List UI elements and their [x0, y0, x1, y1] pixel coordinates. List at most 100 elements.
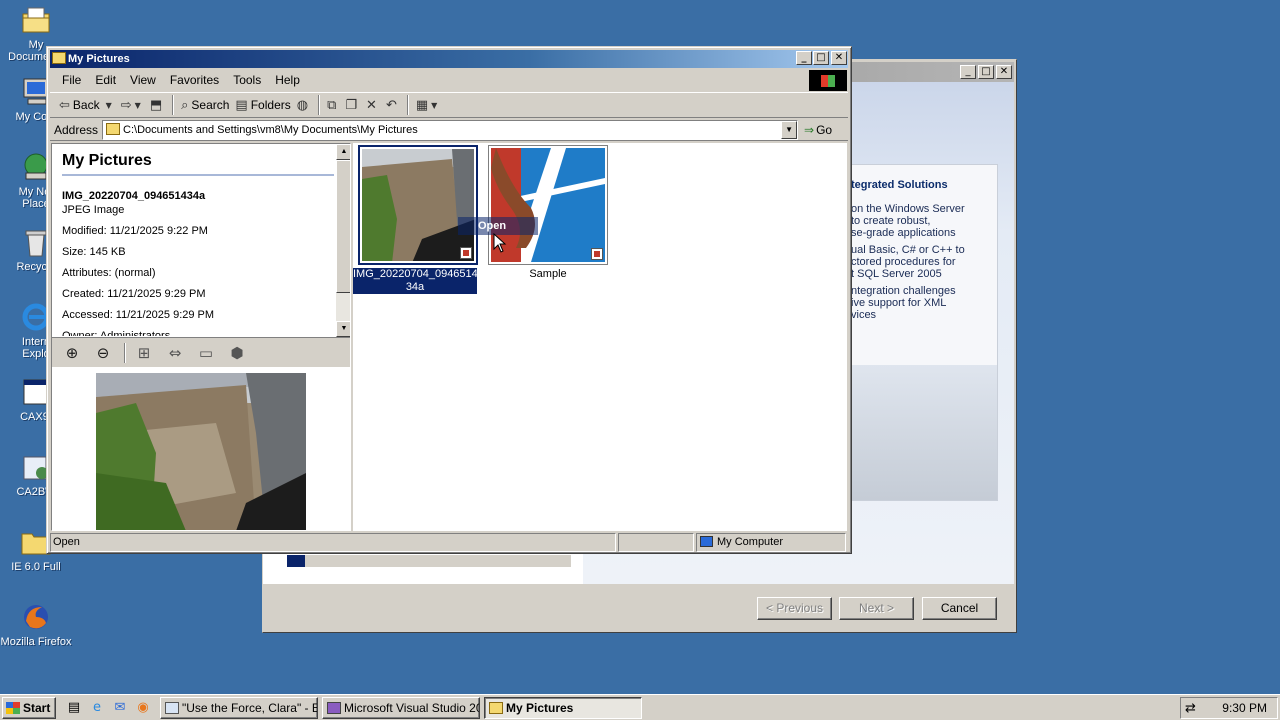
- previous-button[interactable]: < Previous: [757, 597, 832, 620]
- wizard-doc-line: to create robust,: [851, 215, 931, 227]
- address-field[interactable]: C:\Documents and Settings\vm8\My Documen…: [102, 119, 799, 140]
- wizard-doc-line: ctored procedures for: [851, 256, 956, 268]
- views-icon: ▦: [415, 97, 429, 113]
- scroll-down-button[interactable]: ▼: [336, 321, 350, 337]
- best-fit-icon[interactable]: ⊞: [130, 341, 158, 365]
- search-button[interactable]: ⌕ Search: [178, 94, 232, 116]
- outlook-express-icon[interactable]: ✉: [110, 699, 130, 717]
- chevron-down-icon[interactable]: ▼: [135, 101, 141, 110]
- taskbar-item[interactable]: "Use the Force, Clara" - E...: [160, 696, 318, 719]
- menu-help[interactable]: Help: [268, 73, 307, 87]
- menu-edit[interactable]: Edit: [88, 73, 123, 87]
- folder-icon: [52, 52, 66, 64]
- maximize-button[interactable]: □: [978, 65, 994, 79]
- address-dropdown-button[interactable]: ▼: [781, 120, 798, 139]
- close-button[interactable]: ✕: [831, 51, 847, 65]
- scroll-up-button[interactable]: ▲: [336, 144, 350, 160]
- back-label: Back: [72, 98, 100, 112]
- history-button[interactable]: ◍: [294, 94, 314, 116]
- windows-flag-icon: [6, 701, 20, 714]
- firefox-icon[interactable]: ◉: [133, 699, 153, 717]
- copy-to-button[interactable]: ❐: [342, 94, 363, 116]
- network-icon[interactable]: ⇄: [1185, 701, 1203, 716]
- folders-icon: ▤: [235, 97, 248, 113]
- undo-button[interactable]: ↶: [383, 94, 403, 116]
- folder-icon: [106, 122, 121, 135]
- details-accessed: Accessed: 11/21/2025 9:29 PM: [62, 309, 215, 321]
- address-label: Address: [54, 122, 99, 137]
- my-pictures-window: My Pictures _ □ ✕ File Edit View Favorit…: [46, 46, 852, 554]
- details-scrollbar[interactable]: ▲ ▼: [336, 144, 350, 337]
- back-arrow-icon: ⇦: [59, 97, 70, 113]
- details-owner: Owner: Administrators: [62, 330, 171, 336]
- sample-thumbnail-image: [491, 148, 605, 262]
- thumbnail-label-line: 34a: [405, 281, 425, 293]
- close-button[interactable]: ✕: [996, 65, 1012, 79]
- status-text: Open: [50, 533, 616, 552]
- back-button[interactable]: ⇦ Back ▼: [56, 94, 118, 116]
- wizard-doc-line: t SQL Server 2005: [851, 268, 942, 280]
- menu-file[interactable]: File: [55, 73, 88, 87]
- forward-arrow-icon: ⇨: [120, 97, 132, 113]
- thumbnail-item[interactable]: [358, 145, 478, 265]
- folders-button[interactable]: ▤ Folders: [232, 94, 293, 116]
- desktop-icon-label: IE 6.0 Full: [11, 561, 61, 573]
- search-label: Search: [191, 98, 230, 112]
- thumbnail-label[interactable]: IMG_20220704_0946514 34a: [353, 268, 478, 294]
- up-folder-button[interactable]: ⬒: [147, 94, 168, 116]
- desktop-icon-mozilla-firefox[interactable]: Mozilla Firefox: [0, 601, 72, 648]
- delete-button[interactable]: ✕: [363, 94, 383, 116]
- go-label: Go: [816, 122, 833, 137]
- menu-favorites[interactable]: Favorites: [163, 73, 226, 87]
- clock[interactable]: 9:30 PM: [1222, 701, 1267, 715]
- folders-label: Folders: [250, 98, 291, 112]
- menu-tools[interactable]: Tools: [226, 73, 268, 87]
- slideshow-icon[interactable]: ▭: [192, 341, 220, 365]
- scrollbar-thumb[interactable]: [336, 160, 350, 293]
- toolbar-separator: [406, 95, 409, 115]
- move-to-button[interactable]: ⧉: [324, 94, 342, 116]
- menu-view[interactable]: View: [123, 73, 163, 87]
- rotate-icon[interactable]: ⬢: [223, 341, 251, 365]
- wizard-doc-line: se-grade applications: [851, 227, 956, 239]
- actual-size-icon[interactable]: ⇔: [161, 341, 189, 365]
- taskbar-item[interactable]: Microsoft Visual Studio 20...: [322, 696, 480, 719]
- chevron-down-icon[interactable]: ▼: [106, 101, 112, 110]
- minimize-button[interactable]: _: [960, 65, 976, 79]
- taskbar-item-label: "Use the Force, Clara" - E...: [182, 700, 318, 715]
- details-attributes: Attributes: (normal): [62, 267, 156, 279]
- river-photo-preview: [96, 373, 306, 530]
- jpeg-file-badge-icon: [460, 247, 472, 259]
- details-modified: Modified: 11/21/2025 9:22 PM: [62, 225, 208, 237]
- views-button[interactable]: ▦ ▼: [413, 94, 443, 116]
- show-desktop-icon[interactable]: ▤: [64, 699, 84, 717]
- zoom-in-icon[interactable]: ⊕: [58, 341, 86, 365]
- zoom-out-icon[interactable]: ⊖: [89, 341, 117, 365]
- forward-button[interactable]: ⇨ ▼: [118, 94, 147, 116]
- taskbar-item-label: My Pictures: [506, 700, 574, 715]
- go-arrow-icon: ⇒: [804, 122, 815, 137]
- image-preview-toolbar: ⊕ ⊖ ⊞ ⇔ ▭ ⬢: [52, 337, 350, 367]
- maximize-button[interactable]: □: [813, 51, 829, 65]
- go-button[interactable]: ⇒ Go: [804, 123, 832, 137]
- toolbar-separator: [172, 95, 175, 115]
- window-titlebar[interactable]: My Pictures _ □ ✕: [50, 50, 848, 68]
- history-icon: ◍: [296, 97, 309, 113]
- start-button[interactable]: Start: [2, 696, 56, 719]
- minimize-button[interactable]: _: [796, 51, 812, 65]
- details-size: Size: 145 KB: [62, 246, 126, 258]
- status-pane-blank: [618, 533, 694, 552]
- river-thumbnail-image: [362, 149, 474, 261]
- address-value: C:\Documents and Settings\vm8\My Documen…: [123, 123, 418, 136]
- standard-toolbar: ⇦ Back ▼ ⇨ ▼ ⬒ ⌕ Search ▤ Folders ◍ ⧉ ❐ ✕ ↶ ▦…: [50, 92, 848, 118]
- toolbar-separator: [124, 342, 126, 363]
- taskbar-item[interactable]: My Pictures: [484, 696, 642, 719]
- wizard-doc-line: on the Windows Server: [851, 203, 965, 215]
- next-button[interactable]: Next >: [839, 597, 914, 620]
- wizard-doc-line: ive support for XML: [851, 297, 947, 309]
- internet-explorer-icon[interactable]: e: [87, 699, 107, 717]
- move-to-icon: ⧉: [327, 97, 337, 113]
- thumbnail-label[interactable]: Sample: [488, 268, 608, 281]
- menu-bar: File Edit View Favorites Tools Help: [50, 70, 848, 90]
- cancel-button[interactable]: Cancel: [922, 597, 997, 620]
